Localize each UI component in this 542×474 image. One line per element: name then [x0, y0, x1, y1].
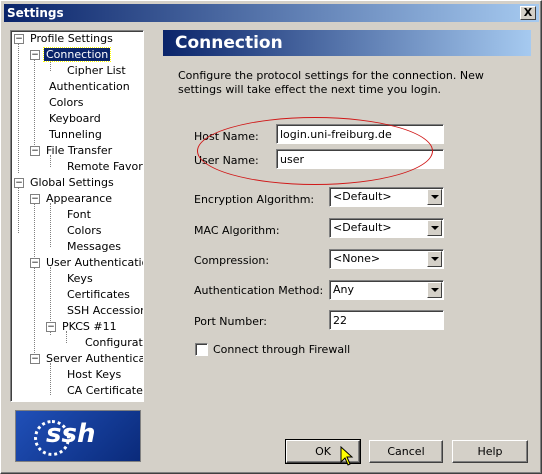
tree-item-messages[interactable]: Messages — [65, 239, 123, 255]
collapse-icon[interactable]: − — [46, 322, 56, 332]
tree-item-cipher-list[interactable]: Cipher List — [65, 63, 128, 79]
host-name-label: Host Name: — [194, 130, 259, 143]
collapse-icon[interactable]: − — [14, 178, 24, 188]
tree-line — [18, 43, 19, 173]
tree-item-appearance[interactable]: − Appearance — [30, 191, 114, 207]
compression-label: Compression: — [194, 254, 270, 267]
tree-item-ssh-accession[interactable]: SSH Accession — [65, 303, 143, 319]
tree-item-ca-certificates[interactable]: CA Certificates — [65, 383, 143, 399]
tree-line — [50, 203, 51, 247]
settings-tree[interactable]: − Profile Settings − Connection Cipher L… — [10, 30, 144, 402]
tree-line — [34, 201, 35, 361]
dropdown-arrow-icon[interactable] — [427, 251, 442, 267]
port-number-field[interactable]: 22 — [329, 310, 444, 330]
tree-item-user-authentication[interactable]: − User Authenticatio — [30, 255, 143, 271]
tree-item-connection[interactable]: − Connection — [30, 47, 112, 63]
tree-item-certificates[interactable]: Certificates — [65, 287, 132, 303]
dropdown-arrow-icon[interactable] — [427, 189, 442, 205]
logo-text: ssh — [46, 419, 96, 449]
tree-item-font[interactable]: Font — [65, 207, 93, 223]
port-number-label: Port Number: — [194, 315, 268, 328]
mac-algorithm-label: MAC Algorithm: — [194, 224, 280, 237]
authentication-method-label: Authentication Method: — [194, 284, 324, 297]
panel-description: Configure the protocol settings for the … — [178, 69, 484, 96]
dropdown-arrow-icon[interactable] — [427, 220, 442, 236]
collapse-icon[interactable]: − — [30, 146, 40, 156]
tree-line — [34, 59, 35, 155]
title-bar: Settings X — [4, 4, 539, 22]
mouse-cursor-icon — [340, 446, 354, 466]
collapse-icon[interactable]: − — [14, 34, 24, 44]
window-title: Settings — [7, 6, 64, 20]
tree-item-configuration[interactable]: Configuratio — [83, 335, 143, 351]
tree-item-server-authentication[interactable]: − Server Authenticatio — [30, 351, 143, 367]
tree-item-pkcs11[interactable]: − PKCS #11 — [46, 319, 119, 335]
firewall-label: Connect through Firewall — [213, 343, 351, 356]
host-name-field[interactable]: login.uni-freiburg.de — [276, 124, 444, 144]
encryption-algorithm-select[interactable]: <Default> — [329, 187, 444, 207]
tree-item-authentication[interactable]: Authentication — [47, 79, 132, 95]
cancel-button[interactable]: Cancel — [369, 440, 443, 463]
encryption-algorithm-label: Encryption Algorithm: — [194, 193, 315, 206]
collapse-icon[interactable]: − — [30, 194, 40, 204]
tree-item-host-keys[interactable]: Host Keys — [65, 367, 123, 383]
dropdown-arrow-icon[interactable] — [427, 282, 442, 298]
tree-item-global-settings[interactable]: − Global Settings — [14, 175, 116, 191]
tree-line — [18, 185, 19, 233]
tree-item-keyboard[interactable]: Keyboard — [47, 111, 103, 127]
close-button[interactable]: X — [520, 6, 536, 20]
tree-item-colors[interactable]: Colors — [47, 95, 85, 111]
tree-item-remote-favorites[interactable]: Remote Favorit — [65, 159, 143, 175]
tree-item-tunneling[interactable]: Tunneling — [47, 127, 104, 143]
tree-item-appearance-colors[interactable]: Colors — [65, 223, 103, 239]
mac-algorithm-select[interactable]: <Default> — [329, 218, 444, 238]
tree-item-keys[interactable]: Keys — [65, 271, 95, 287]
panel-title: Connection — [163, 30, 531, 56]
help-button[interactable]: Help — [452, 440, 528, 463]
collapse-icon[interactable]: − — [30, 50, 40, 60]
tree-item-profile-settings[interactable]: − Profile Settings — [14, 31, 115, 47]
ssh-logo: ssh — [15, 410, 141, 462]
user-name-field[interactable]: user — [276, 149, 444, 169]
user-name-label: User Name: — [194, 154, 259, 167]
firewall-checkbox[interactable] — [195, 343, 208, 356]
collapse-icon[interactable]: − — [30, 258, 40, 268]
compression-select[interactable]: <None> — [329, 249, 444, 269]
tree-line — [50, 363, 51, 395]
authentication-method-select[interactable]: Any — [329, 280, 444, 300]
tree-item-file-transfer[interactable]: − File Transfer — [30, 143, 114, 159]
collapse-icon[interactable]: − — [30, 354, 40, 364]
